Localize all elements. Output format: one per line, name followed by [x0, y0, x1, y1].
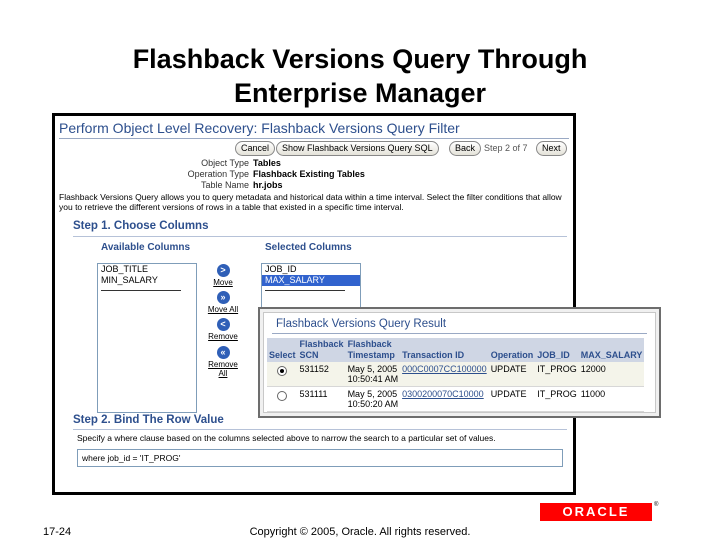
remove-button[interactable]: < Remove — [203, 318, 243, 341]
col-header-max-salary[interactable]: MAX_SALARY — [578, 338, 645, 362]
registered-mark: ® — [654, 502, 659, 508]
available-column-option[interactable]: JOB_TITLE — [98, 264, 196, 275]
page-heading: Perform Object Level Recovery: Flashback… — [59, 120, 460, 136]
col-header-job-id[interactable]: JOB_ID — [535, 338, 579, 362]
em-screenshot: Perform Object Level Recovery: Flashback… — [55, 116, 573, 492]
max-salary-cell: 11000 — [578, 386, 645, 412]
result-callout: Flashback Versions Query Result Select F… — [258, 307, 661, 418]
available-columns-title: Available Columns — [101, 242, 191, 253]
move-label: Move — [213, 278, 233, 287]
object-type-value: Tables — [253, 158, 281, 168]
scn-cell: 531152 — [297, 362, 346, 387]
remove-icon: < — [216, 318, 230, 331]
transaction-id-link[interactable]: 0300200070C10000 — [400, 386, 489, 412]
job-id-cell: IT_PROG — [535, 362, 579, 387]
job-id-cell: IT_PROG — [535, 386, 579, 412]
where-clause-input[interactable]: where job_id = 'IT_PROG' — [77, 449, 563, 467]
step1-divider — [73, 236, 567, 237]
scn-cell: 531111 — [297, 386, 346, 412]
show-sql-button[interactable]: Show Flashback Versions Query SQL — [276, 141, 439, 156]
remove-label: Remove — [208, 332, 238, 341]
step2-title: Step 2. Bind The Row Value — [73, 414, 224, 426]
available-column-option[interactable]: MIN_SALARY — [98, 275, 196, 286]
move-icon: > — [216, 264, 230, 277]
row-select-radio[interactable] — [277, 391, 287, 401]
col-header-scn[interactable]: Flashback SCN — [297, 338, 346, 362]
cancel-button[interactable]: Cancel — [235, 141, 276, 156]
selected-column-option[interactable]: JOB_ID — [262, 264, 360, 275]
operation-type-value: Flashback Existing Tables — [253, 169, 365, 179]
move-all-icon: » — [216, 291, 230, 304]
col-header-timestamp[interactable]: Flashback Timestamp — [345, 338, 401, 362]
table-name-label: Table Name — [200, 180, 249, 190]
move-all-label: Move All — [207, 305, 239, 314]
available-columns-list[interactable]: JOB_TITLE MIN_SALARY — [97, 263, 197, 413]
operation-cell: UPDATE — [488, 362, 536, 387]
table-row: 531111 May 5, 2005 10:50:20 AM 0300200070… — [267, 386, 645, 412]
step2-divider — [73, 429, 567, 430]
slide-title-line-2: Enterprise Manager — [233, 78, 487, 108]
heading-divider — [59, 138, 569, 139]
table-row: 531152 May 5, 2005 10:50:41 AM 000C0007CC… — [267, 362, 645, 387]
col-header-transaction-id[interactable]: Transaction ID — [400, 338, 489, 362]
object-type-label: Object Type — [201, 158, 249, 168]
result-header-row: Select Flashback SCN Flashback Timestamp T… — [267, 338, 645, 362]
em-screenshot-frame: Perform Object Level Recovery: Flashback… — [52, 113, 576, 495]
step-indicator: Step 2 of 7 — [484, 143, 528, 153]
max-salary-cell: 12000 — [578, 362, 645, 387]
move-all-button[interactable]: » Move All — [203, 291, 243, 314]
result-divider — [272, 333, 647, 334]
oracle-logo: ORACLE — [540, 503, 652, 521]
list-placeholder — [101, 290, 181, 291]
result-table: Select Flashback SCN Flashback Timestamp T… — [267, 338, 645, 412]
operation-type-label: Operation Type — [187, 169, 249, 179]
result-title: Flashback Versions Query Result — [276, 318, 447, 330]
copyright-notice: Copyright © 2005, Oracle. All rights res… — [249, 526, 471, 538]
next-button[interactable]: Next — [536, 141, 567, 156]
selected-columns-title: Selected Columns — [265, 242, 352, 253]
step1-title: Step 1. Choose Columns — [73, 220, 209, 232]
remove-all-label-2: All — [218, 369, 228, 378]
col-header-operation[interactable]: Operation — [488, 338, 536, 362]
table-name-value: hr.jobs — [253, 180, 283, 190]
selected-column-option-active[interactable]: MAX_SALARY — [262, 275, 360, 286]
remove-all-button[interactable]: « Remove All — [203, 346, 243, 378]
operation-cell: UPDATE — [488, 386, 536, 412]
result-panel: Flashback Versions Query Result Select F… — [263, 312, 656, 413]
list-placeholder — [265, 290, 345, 291]
row-select-radio[interactable] — [277, 366, 287, 376]
move-button[interactable]: > Move — [203, 264, 243, 287]
transaction-id-link[interactable]: 000C0007CC100000 — [400, 362, 489, 387]
remove-all-icon: « — [216, 346, 230, 359]
remove-all-label-1: Remove — [208, 360, 238, 369]
timestamp-cell: May 5, 2005 10:50:41 AM — [345, 362, 401, 387]
back-button[interactable]: Back — [449, 141, 482, 156]
col-header-select: Select — [267, 338, 298, 362]
timestamp-cell: May 5, 2005 10:50:20 AM — [345, 386, 401, 412]
slide-title-line-1: Flashback Versions Query Through — [132, 44, 588, 74]
slide-title: Flashback Versions Query Through Enterpr… — [0, 42, 720, 110]
where-clause-hint: Specify a where clause based on the colu… — [77, 433, 496, 443]
page-description: Flashback Versions Query allows you to q… — [59, 192, 562, 212]
